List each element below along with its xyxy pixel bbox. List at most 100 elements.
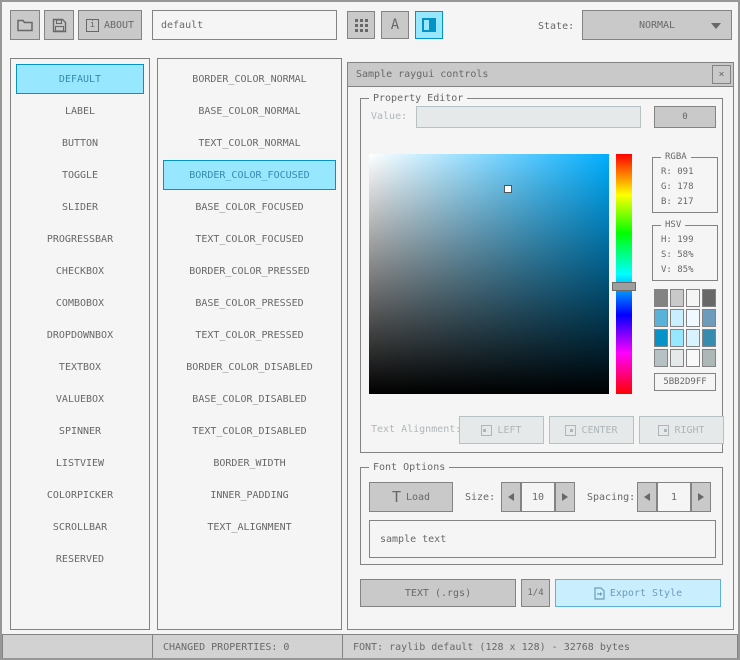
controls-list-item[interactable]: COLORPICKER [16,480,144,510]
saturation-value-panel[interactable] [369,154,609,394]
palette-swatch[interactable] [670,289,684,307]
properties-list-item[interactable]: TEXT_COLOR_FOCUSED [163,224,336,254]
spacing-decrement-button[interactable] [637,482,657,512]
palette-swatch[interactable] [654,309,668,327]
align-right-label: RIGHT [674,424,705,436]
controls-list-item[interactable]: VALUEBOX [16,384,144,414]
rgba-group: RGBA R: 091 G: 178 B: 217 [652,152,718,213]
properties-list-item[interactable]: TEXT_COLOR_NORMAL [163,128,336,158]
controls-list-item[interactable]: SLIDER [16,192,144,222]
font-a-icon: A [390,17,400,33]
style-editor-view-button[interactable] [415,11,443,39]
right-arrow-icon [698,493,704,501]
controls-list-item[interactable]: TOGGLE [16,160,144,190]
export-format-button[interactable]: TEXT (.rgs) [360,579,516,607]
palette-swatch[interactable] [670,309,684,327]
about-button[interactable]: i ABOUT [78,10,142,40]
left-arrow-icon [644,493,650,501]
statusbar-font-info: FONT: raylib default (128 x 128) - 32768… [342,634,738,658]
sample-text-value: sample text [380,533,447,545]
style-page-button[interactable]: 1/4 [521,579,550,607]
controls-list-item[interactable]: RESERVED [16,544,144,574]
about-button-label: ABOUT [103,19,135,31]
font-options-group: Font Options T Load Size: 10 Spacing: 1 … [360,462,723,565]
palette-swatch[interactable] [702,309,716,327]
controls-list-item[interactable]: DROPDOWNBOX [16,320,144,350]
font-view-button[interactable]: A [381,11,409,39]
properties-list-item[interactable]: TEXT_COLOR_PRESSED [163,320,336,350]
palette-swatch[interactable] [702,329,716,347]
properties-list-item[interactable]: TEXT_ALIGNMENT [163,512,336,542]
value-button[interactable]: 0 [654,106,716,128]
window-titlebar[interactable]: Sample raygui controls [348,63,733,87]
controls-list-item[interactable]: TEXTBOX [16,352,144,382]
properties-list-item[interactable]: BORDER_COLOR_FOCUSED [163,160,336,190]
sample-text-box[interactable]: sample text [369,520,716,558]
palette-swatch[interactable] [686,309,700,327]
properties-list-item[interactable]: BASE_COLOR_NORMAL [163,96,336,126]
palette-swatch[interactable] [670,349,684,367]
left-arrow-icon [508,493,514,501]
controls-list-item[interactable]: DEFAULT [16,64,144,94]
style-table-view-button[interactable] [347,11,375,39]
style-name-input[interactable] [152,10,337,40]
color-cursor[interactable] [504,185,512,193]
palette-swatch[interactable] [654,349,668,367]
close-window-button[interactable]: × [712,65,731,84]
controls-list-item[interactable]: SPINNER [16,416,144,446]
size-increment-button[interactable] [555,482,575,512]
spacing-increment-button[interactable] [691,482,711,512]
controls-list-item[interactable]: LISTVIEW [16,448,144,478]
hue-slider-handle[interactable] [612,282,636,291]
align-center-label: CENTER [581,424,618,436]
properties-list-item[interactable]: BORDER_WIDTH [163,448,336,478]
properties-list-item[interactable]: TEXT_COLOR_DISABLED [163,416,336,446]
palette-swatch[interactable] [702,349,716,367]
properties-list-item[interactable]: BORDER_COLOR_PRESSED [163,256,336,286]
controls-list-item[interactable]: LABEL [16,96,144,126]
export-style-button[interactable]: Export Style [555,579,721,607]
statusbar-left [2,634,153,658]
palette-swatch[interactable] [686,349,700,367]
hsv-s-value: S: 58% [661,250,694,260]
save-style-button[interactable] [44,10,74,40]
size-decrement-button[interactable] [501,482,521,512]
info-icon: i [85,18,99,32]
load-style-button[interactable] [10,10,40,40]
controls-list-item[interactable]: CHECKBOX [16,256,144,286]
properties-list-item[interactable]: BASE_COLOR_FOCUSED [163,192,336,222]
spacing-value-box[interactable]: 1 [657,482,691,512]
align-right-icon [658,424,670,436]
statusbar-changed-properties: CHANGED PROPERTIES: 0 [152,634,343,658]
rgba-b-value: B: 217 [661,197,694,207]
controls-list-item[interactable]: SCROLLBAR [16,512,144,542]
font-load-label: Load [405,491,431,503]
sample-controls-window: Sample raygui controls × Property Editor… [347,62,734,630]
properties-list-item[interactable]: BASE_COLOR_DISABLED [163,384,336,414]
palette-swatch[interactable] [654,329,668,347]
palette-swatch[interactable] [654,289,668,307]
statusbar-font-text: FONT: raylib default (128 x 128) - 32768… [353,641,630,653]
palette-swatch[interactable] [702,289,716,307]
align-left-icon [481,424,493,436]
hsv-group-label: HSV [661,220,686,231]
controls-list-item[interactable]: COMBOBOX [16,288,144,318]
properties-list-item[interactable]: INNER_PADDING [163,480,336,510]
state-dropdown[interactable]: NORMAL [582,10,732,40]
properties-list-item[interactable]: BASE_COLOR_PRESSED [163,288,336,318]
rgba-g-value: G: 178 [661,182,694,192]
rguistyler-app: i ABOUT A State: NORMAL DEFAULT LABEL BU… [0,0,740,660]
palette-swatch[interactable] [686,329,700,347]
palette-swatch[interactable] [686,289,700,307]
palette-swatch[interactable] [670,329,684,347]
properties-list-item[interactable]: BORDER_COLOR_NORMAL [163,64,336,94]
spacing-label: Spacing: [587,492,636,503]
hue-bar[interactable] [612,154,636,394]
controls-list: DEFAULT LABEL BUTTON TOGGLE SLIDER PROGR… [10,58,150,630]
size-value-box[interactable]: 10 [521,482,555,512]
controls-list-item[interactable]: PROGRESSBAR [16,224,144,254]
controls-list-item[interactable]: BUTTON [16,128,144,158]
font-load-button[interactable]: T Load [369,482,453,512]
properties-list-item[interactable]: BORDER_COLOR_DISABLED [163,352,336,382]
property-editor-group: Property Editor Value: 0 RGBA R: 091 G: … [360,93,724,453]
